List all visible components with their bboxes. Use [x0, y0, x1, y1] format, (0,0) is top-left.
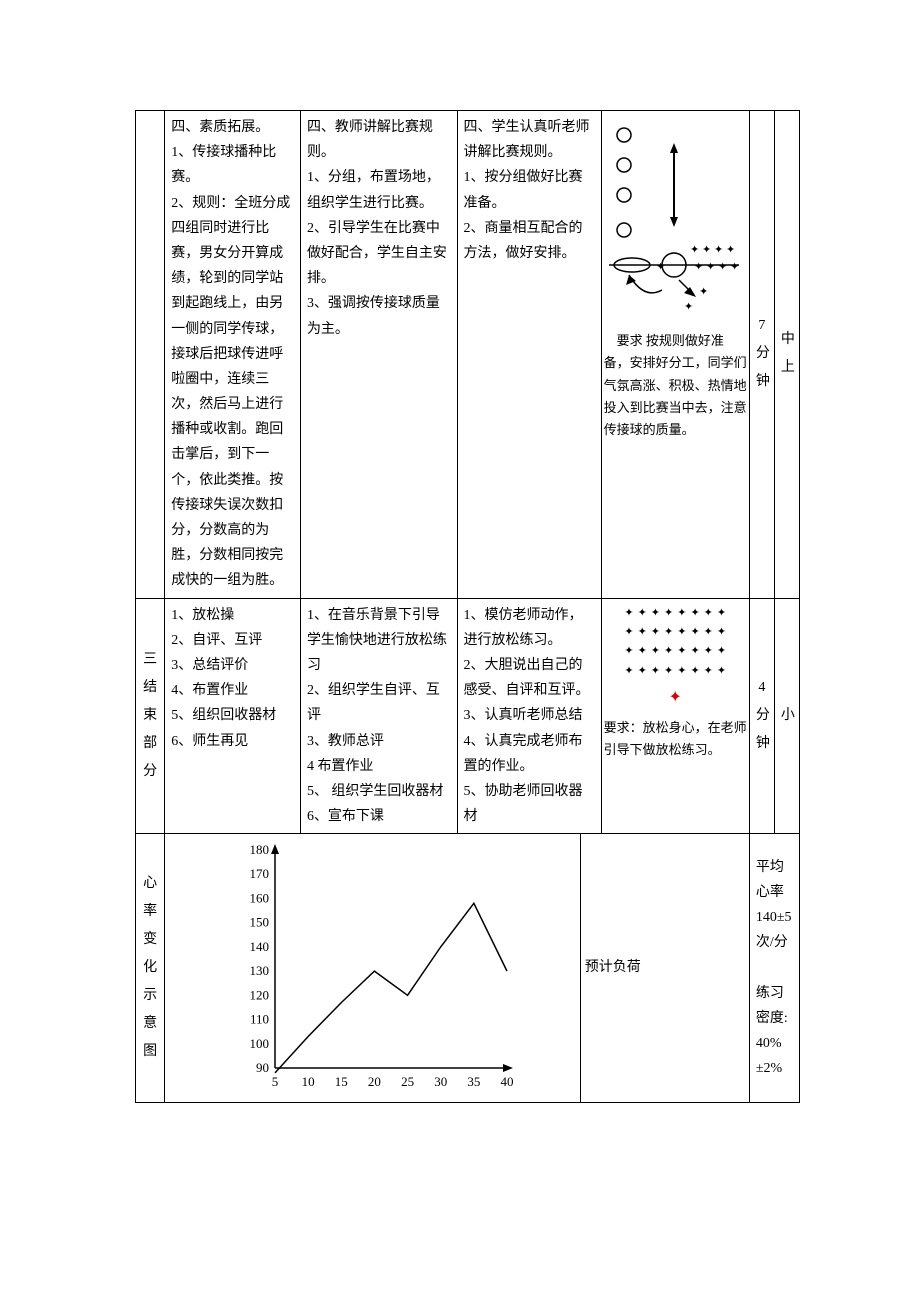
formation-requirement-1: 要求 按规则做好准备，安排好分工，同学们气氛高涨、积极、热情地投入到比赛当中去，…	[604, 330, 747, 440]
text: 1、放松操 2、自评、互评 3、总结评价 4、布置作业 5、组织回收器材 6、师…	[171, 608, 276, 749]
svg-text:40: 40	[501, 1074, 514, 1089]
section-label: 结	[142, 674, 158, 702]
svg-text:✦: ✦	[726, 244, 735, 256]
text: 四、素质拓展。 1、传接球播种比赛。 2、规则：全班分成四组同时进行比赛，男女分…	[171, 120, 290, 588]
svg-text:30: 30	[435, 1074, 448, 1089]
section-label: 束	[142, 702, 158, 730]
svg-text:✦: ✦	[702, 244, 711, 256]
load-label-cell: 预计负荷	[580, 834, 749, 1103]
svg-text:25: 25	[402, 1074, 415, 1089]
svg-text:✦: ✦	[656, 261, 665, 273]
svg-text:10: 10	[302, 1074, 315, 1089]
load-label: 预计负荷	[585, 954, 743, 982]
chart-label-cell: 心率变化示意图	[136, 834, 165, 1103]
formation-requirement-2: 要求：放松身心，在老师引导下做放松练习。	[604, 717, 747, 761]
load-text: 平均心率 140±5 次/分 练习密度:40%±2%	[756, 860, 795, 1077]
lesson-plan-table: 四、素质拓展。 1、传接球播种比赛。 2、规则：全班分成四组同时进行比赛，男女分…	[135, 110, 800, 1103]
svg-text:✦: ✦	[706, 261, 715, 273]
svg-text:✦: ✦	[699, 286, 708, 298]
text: 四、教师讲解比赛规则。 1、分组，布置场地，组织学生进行比赛。 2、引导学生在比…	[307, 120, 447, 337]
section-label: 三	[142, 646, 158, 674]
intensity-cell-1: 中上	[774, 111, 799, 599]
table-row: 四、素质拓展。 1、传接球播种比赛。 2、规则：全班分成四组同时进行比赛，男女分…	[136, 111, 800, 599]
heart-rate-chart: 90 100 110 120 130 140 150 160 170 180 5 10 15 20 25 30…	[227, 838, 517, 1098]
svg-text:✦: ✦	[714, 244, 723, 256]
svg-text:35: 35	[468, 1074, 481, 1089]
svg-text:20: 20	[368, 1074, 381, 1089]
text: 四、学生认真听老师讲解比赛规则。 1、按分组做好比赛准备。 2、商量相互配合的方…	[464, 120, 590, 261]
content-col2: 1、在音乐背景下引导学生愉快地进行放松练习 2、组织学生自评、互评 3、教师总评…	[300, 598, 457, 834]
formation-cell-2: ✦✦✦✦✦✦✦✦ ✦✦✦✦✦✦✦✦ ✦✦✦✦✦✦✦✦ ✦✦✦✦✦✦✦✦ ✦ 要求…	[601, 598, 749, 834]
svg-text:✦: ✦	[684, 301, 693, 313]
time-text: 4分钟	[756, 674, 768, 758]
svg-text:180: 180	[250, 842, 270, 857]
time-cell-1: 7分钟	[749, 111, 774, 599]
formation-diagram-2: ✦✦✦✦✦✦✦✦ ✦✦✦✦✦✦✦✦ ✦✦✦✦✦✦✦✦ ✦✦✦✦✦✦✦✦ ✦	[604, 603, 747, 711]
svg-text:5: 5	[272, 1074, 279, 1089]
svg-text:90: 90	[256, 1060, 269, 1075]
svg-text:140: 140	[250, 939, 270, 954]
content-col1: 1、放松操 2、自评、互评 3、总结评价 4、布置作业 5、组织回收器材 6、师…	[165, 598, 301, 834]
svg-text:100: 100	[250, 1036, 270, 1051]
content-col1: 四、素质拓展。 1、传接球播种比赛。 2、规则：全班分成四组同时进行比赛，男女分…	[165, 111, 301, 599]
text: 1、在音乐背景下引导学生愉快地进行放松练习 2、组织学生自评、互评 3、教师总评…	[307, 608, 447, 825]
content-col3: 1、模仿老师动作，进行放松练习。 2、大胆说出自己的感受、自评和互评。 3、认真…	[457, 598, 601, 834]
content-col2: 四、教师讲解比赛规则。 1、分组，布置场地，组织学生进行比赛。 2、引导学生在比…	[300, 111, 457, 599]
intensity-text: 小	[781, 702, 793, 730]
formation-svg-1: ✦✦✦✦ ✦ ✦✦✦✦	[604, 115, 744, 315]
svg-text:110: 110	[250, 1012, 269, 1027]
svg-text:15: 15	[335, 1074, 348, 1089]
text: 1、模仿老师动作，进行放松练习。 2、大胆说出自己的感受、自评和互评。 3、认真…	[464, 608, 590, 825]
intensity-text: 中上	[781, 326, 793, 382]
section-label: 分	[142, 758, 158, 786]
load-text-cell: 平均心率 140±5 次/分 练习密度:40%±2%	[749, 834, 799, 1103]
time-cell-2: 4分钟	[749, 598, 774, 834]
svg-text:170: 170	[250, 866, 270, 881]
svg-text:✦: ✦	[690, 244, 699, 256]
formation-cell-1: ✦✦✦✦ ✦ ✦✦✦✦	[601, 111, 749, 599]
section-label: 部	[142, 730, 158, 758]
time-text: 7分钟	[756, 312, 768, 396]
section-label-cell: 三 结 束 部 分	[136, 598, 165, 834]
svg-text:120: 120	[250, 988, 270, 1003]
content-col3: 四、学生认真听老师讲解比赛规则。 1、按分组做好比赛准备。 2、商量相互配合的方…	[457, 111, 601, 599]
chart-cell: 90 100 110 120 130 140 150 160 170 180 5 10 15 20 25 30…	[165, 834, 581, 1103]
svg-text:✦: ✦	[718, 261, 727, 273]
section-cell-empty	[136, 111, 165, 599]
formation-diagram-1: ✦✦✦✦ ✦ ✦✦✦✦	[604, 115, 747, 322]
svg-text:160: 160	[250, 891, 270, 906]
svg-text:130: 130	[250, 963, 270, 978]
teacher-icon: ✦	[669, 687, 682, 709]
svg-text:✦: ✦	[694, 261, 703, 273]
svg-text:✦: ✦	[730, 261, 739, 273]
table-row: 三 结 束 部 分 1、放松操 2、自评、互评 3、总结评价 4、布置作业 5、…	[136, 598, 800, 834]
svg-text:150: 150	[250, 915, 270, 930]
table-row: 心率变化示意图 90 100 110 120 130 140 150 160 170 180 5 10…	[136, 834, 800, 1103]
intensity-cell-2: 小	[774, 598, 799, 834]
